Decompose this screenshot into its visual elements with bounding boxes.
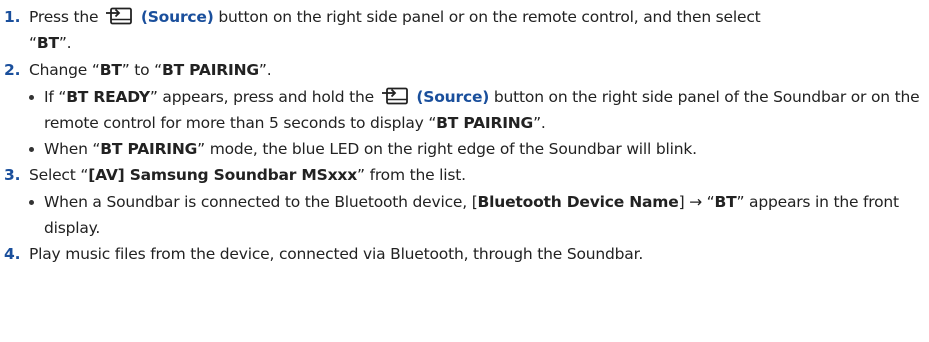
bullet-item: When “BT PAIRING” mode, the blue LED on …: [2, 136, 921, 162]
bt-mode: BT: [99, 61, 122, 79]
bluetooth-device-name: Bluetooth Device Name: [477, 193, 679, 211]
step-3-bullets: When a Soundbar is connected to the Blue…: [2, 189, 921, 241]
bt-pairing-mode: BT PAIRING: [161, 61, 259, 79]
step-number: 2.: [4, 61, 21, 79]
step-2: 2. Change “BT” to “BT PAIRING”.: [2, 57, 921, 83]
bullet-text: ” appears, press and hold the: [149, 88, 374, 106]
step-text: Press the: [29, 8, 99, 26]
bullet-text: ” mode, the blue LED on the right edge o…: [197, 140, 697, 158]
bullet-item: When a Soundbar is connected to the Blue…: [2, 189, 921, 241]
bt-pairing-mode: BT PAIRING: [100, 140, 198, 158]
step-text: Play music files from the device, connec…: [29, 245, 644, 263]
bullet-text: ”.: [533, 114, 546, 132]
step-text: ”.: [258, 61, 272, 79]
bt-pairing-mode: BT PAIRING: [436, 114, 534, 132]
step-text: Select “: [29, 166, 89, 184]
quote-open: “: [29, 34, 37, 52]
bullet-text: When a Soundbar is connected to the Blue…: [44, 193, 478, 211]
step-3: 3. Select “[AV] Samsung Soundbar MSxxx” …: [2, 162, 921, 188]
source-input-icon: [381, 87, 408, 105]
bt-mode: BT: [36, 34, 59, 52]
bullet-text: When “: [44, 140, 101, 158]
step-4: 4. Play music files from the device, con…: [2, 241, 921, 267]
instructions-page: 1. Press the (Source) button on the righ…: [0, 0, 929, 342]
bullet-text: ] → “: [678, 193, 715, 211]
steps-list: 1. Press the (Source) button on the righ…: [2, 4, 921, 267]
bullet-text: If “: [44, 88, 67, 106]
source-label: (Source): [140, 8, 214, 26]
step-text: ” to “: [121, 61, 162, 79]
step-number: 3.: [4, 166, 21, 184]
step-number: 1.: [4, 8, 21, 26]
step-number: 4.: [4, 245, 21, 263]
source-input-icon: [106, 7, 132, 25]
quote-close: ”.: [58, 34, 72, 52]
step-text: Change “: [29, 61, 100, 79]
step-text: button on the right side panel or on the…: [218, 8, 761, 26]
step-2-bullets: If “BT READY” appears, press and hold th…: [2, 84, 921, 162]
bt-mode: BT: [714, 193, 737, 211]
source-label: (Source): [416, 88, 490, 106]
device-name: [AV] Samsung Soundbar MSxxx: [88, 166, 358, 184]
bullet-item: If “BT READY” appears, press and hold th…: [2, 84, 921, 136]
bt-ready-mode: BT READY: [66, 88, 150, 106]
step-text: ” from the list.: [357, 166, 466, 184]
step-1: 1. Press the (Source) button on the righ…: [2, 4, 921, 56]
